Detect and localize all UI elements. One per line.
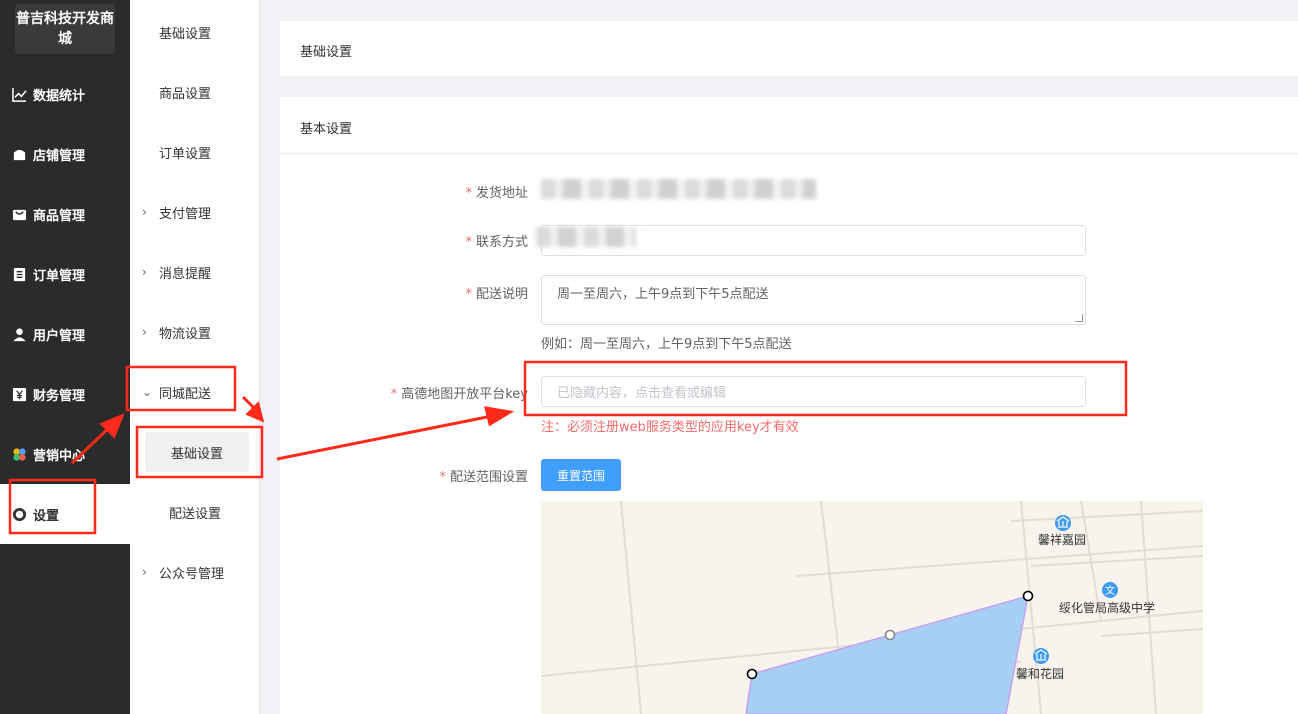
sidebar-item-label: 店铺管理 bbox=[33, 148, 86, 164]
chevron-right-icon: › bbox=[142, 265, 147, 279]
submenu-item-wechat[interactable]: › 公众号管理 bbox=[130, 552, 260, 592]
yen-icon bbox=[11, 386, 27, 402]
gear-icon bbox=[11, 506, 27, 522]
delivery-desc-hint: 例如：周一至周六，上午9点到下午5点配送 bbox=[541, 337, 792, 352]
section-header: 基本设置 bbox=[280, 97, 1298, 154]
submenu-item-label: 物流设置 bbox=[159, 326, 212, 342]
sidebar-item-label: 设置 bbox=[33, 508, 60, 524]
contact-label: * 联系方式 bbox=[465, 235, 528, 250]
submenu-item-logistics[interactable]: › 物流设置 bbox=[130, 312, 260, 352]
submenu-item-payment[interactable]: › 支付管理 bbox=[130, 192, 260, 232]
submenu-item-basic[interactable]: 基础设置 bbox=[130, 12, 260, 52]
settings-submenu: 基础设置 商品设置 订单设置 › 支付管理 › 消息提醒 › 物流设置 ⌄ 同城… bbox=[130, 0, 260, 714]
school-icon: 文 bbox=[1102, 582, 1118, 598]
marketing-icon bbox=[11, 446, 27, 462]
ship-address-value[interactable] bbox=[541, 179, 816, 199]
submenu-item-messages[interactable]: › 消息提醒 bbox=[130, 252, 260, 292]
submenu-item-label: 同城配送 bbox=[159, 386, 212, 402]
building-icon bbox=[1055, 515, 1071, 531]
chevron-right-icon: › bbox=[142, 565, 147, 579]
required-mark: * bbox=[439, 470, 446, 485]
svg-text:文: 文 bbox=[1105, 584, 1115, 597]
submenu-item-label: 基础设置 bbox=[159, 26, 212, 42]
delivery-range-label: * 配送范围设置 bbox=[439, 470, 528, 485]
settings-form-card: 基本设置 * 发货地址 * 联系方式 * 配送说明 周一至周六，上午9点到下午5点配送… bbox=[280, 97, 1298, 714]
required-mark: * bbox=[465, 186, 472, 201]
submenu-item-local-basic[interactable]: 基础设置 bbox=[145, 432, 249, 472]
contact-value bbox=[536, 227, 636, 247]
main-content: 基础设置 基本设置 * 发货地址 * 联系方式 * 配送说明 周一至周六，上午9点到下… bbox=[280, 0, 1298, 714]
page-title: 基础设置 bbox=[300, 45, 353, 60]
submenu-item-label: 商品设置 bbox=[159, 86, 212, 102]
user-icon bbox=[11, 326, 27, 342]
sidebar-item-label: 商品管理 bbox=[33, 208, 86, 224]
main-sidebar: 普吉科技开发商城 数据统计 店铺管理 商品管理 订单管理 用户管理 财务管理 营… bbox=[0, 0, 130, 714]
sidebar-item-label: 订单管理 bbox=[33, 268, 86, 284]
submenu-item-label: 配送设置 bbox=[168, 506, 221, 522]
sidebar-item-users[interactable]: 用户管理 bbox=[0, 304, 130, 364]
sidebar-item-products[interactable]: 商品管理 bbox=[0, 184, 130, 244]
building-icon bbox=[1033, 648, 1049, 664]
required-mark: * bbox=[390, 387, 398, 402]
sidebar-item-label: 用户管理 bbox=[33, 328, 86, 344]
delivery-desc-textarea[interactable]: 周一至周六，上午9点到下午5点配送 bbox=[541, 275, 1086, 325]
delivery-desc-label: * 配送说明 bbox=[465, 287, 528, 302]
sidebar-item-orders[interactable]: 订单管理 bbox=[0, 244, 130, 304]
section-title: 基本设置 bbox=[300, 122, 353, 137]
required-mark: * bbox=[465, 235, 472, 250]
breadcrumb-card: 基础设置 bbox=[280, 21, 1298, 76]
ship-address-label: * 发货地址 bbox=[465, 186, 528, 201]
submenu-item-label: 消息提醒 bbox=[159, 266, 212, 282]
amap-key-placeholder: 已隐藏内容，点击查看或编辑 bbox=[557, 386, 727, 401]
amap-key-input[interactable]: 已隐藏内容，点击查看或编辑 bbox=[541, 376, 1086, 407]
sidebar-item-marketing[interactable]: 营销中心 bbox=[0, 424, 130, 484]
submenu-item-local-delivery-settings[interactable]: 配送设置 bbox=[130, 492, 260, 532]
map-poi-label: 馨和花园 bbox=[1016, 667, 1065, 681]
delivery-range-map[interactable]: 文 馨祥嘉园 绥化管局高级中学 馨和花园 bbox=[541, 501, 1203, 714]
amap-key-label: * 高德地图开放平台key bbox=[390, 387, 528, 402]
delivery-area-polygon[interactable] bbox=[745, 594, 1029, 714]
polygon-midpoint-handle[interactable] bbox=[884, 629, 896, 641]
sidebar-item-statistics[interactable]: 数据统计 bbox=[0, 64, 130, 124]
submenu-item-label: 公众号管理 bbox=[159, 566, 225, 582]
reset-range-button[interactable]: 重置范围 bbox=[541, 459, 621, 491]
app-logo[interactable]: 普吉科技开发商城 bbox=[15, 4, 115, 54]
submenu-item-local-delivery[interactable]: ⌄ 同城配送 bbox=[130, 372, 260, 412]
resize-handle-icon[interactable] bbox=[1075, 314, 1083, 322]
bag-icon bbox=[11, 206, 27, 222]
sidebar-item-label: 营销中心 bbox=[33, 448, 86, 464]
sidebar-item-settings[interactable]: 设置 bbox=[0, 484, 130, 544]
sidebar-item-label: 财务管理 bbox=[33, 388, 86, 404]
chevron-right-icon: › bbox=[142, 205, 147, 219]
amap-key-warning: 注：必须注册web服务类型的应用key才有效 bbox=[541, 420, 799, 435]
chevron-right-icon: › bbox=[142, 325, 147, 339]
sidebar-item-finance[interactable]: 财务管理 bbox=[0, 364, 130, 424]
sidebar-item-shop[interactable]: 店铺管理 bbox=[0, 124, 130, 184]
sidebar-item-label: 数据统计 bbox=[33, 88, 86, 104]
submenu-item-product[interactable]: 商品设置 bbox=[130, 72, 260, 112]
polygon-vertex-handle[interactable] bbox=[1022, 590, 1034, 602]
order-icon bbox=[11, 266, 27, 282]
map-poi-label: 绥化管局高级中学 bbox=[1059, 601, 1156, 615]
submenu-item-label: 基础设置 bbox=[170, 446, 223, 462]
submenu-item-order[interactable]: 订单设置 bbox=[130, 132, 260, 172]
required-mark: * bbox=[465, 287, 472, 302]
shop-icon bbox=[11, 146, 27, 162]
map-poi-label: 馨祥嘉园 bbox=[1038, 533, 1087, 547]
line-chart-icon bbox=[11, 86, 27, 102]
chevron-down-icon: ⌄ bbox=[142, 385, 153, 399]
polygon-vertex-handle[interactable] bbox=[746, 668, 758, 680]
submenu-item-label: 订单设置 bbox=[159, 146, 212, 162]
submenu-item-label: 支付管理 bbox=[159, 206, 212, 222]
